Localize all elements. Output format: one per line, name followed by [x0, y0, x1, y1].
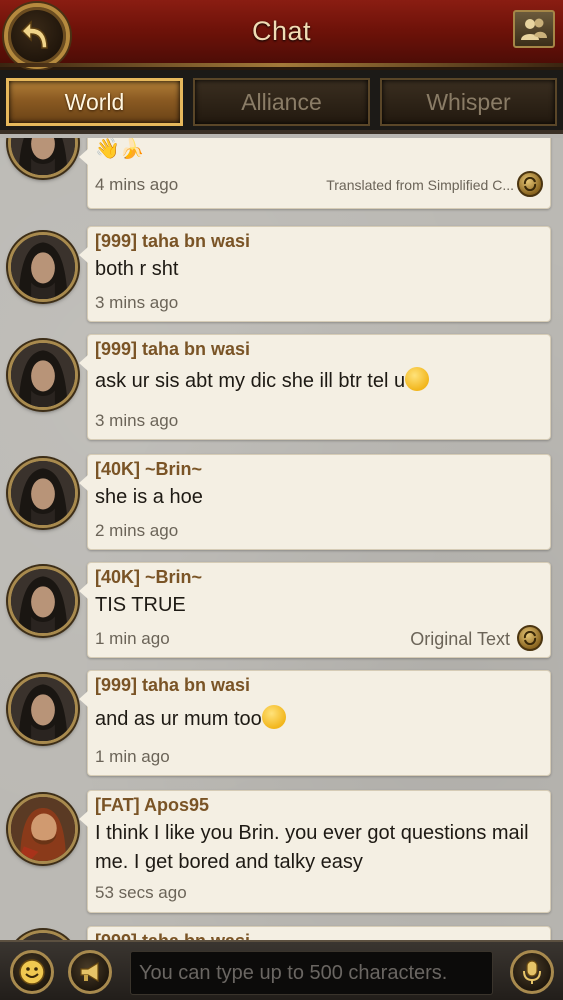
- chat-message: [FAT] Apos95 I think I like you Brin. yo…: [0, 790, 563, 913]
- message-time: 1 min ago: [95, 629, 170, 648]
- sender-name[interactable]: [999] taha bn wasi: [95, 231, 250, 252]
- message-time: 4 mins ago: [95, 175, 179, 194]
- message-time: 2 mins ago: [95, 521, 179, 540]
- avatar[interactable]: [8, 138, 78, 178]
- original-text-link[interactable]: Original Text: [410, 629, 510, 650]
- sender-name[interactable]: [999] taha bn wasi: [95, 339, 250, 360]
- laughing-emoji-icon: [405, 367, 430, 391]
- chat-message: [999] taha bn wasi both r sht 3 mins ago: [0, 226, 563, 322]
- emoji-button[interactable]: [10, 950, 54, 994]
- message-bubble: [999] taha bn wasi both r sht 3 mins ago: [79, 226, 551, 322]
- warrior-portrait-icon: [11, 569, 75, 633]
- chat-message: [40K] ~Brin~ TIS TRUE 1 min ago Original…: [0, 562, 563, 658]
- message-time: 3 mins ago: [95, 411, 179, 430]
- avatar[interactable]: [8, 458, 78, 528]
- message-bubble: [FAT] Apos95 I think I like you Brin. yo…: [79, 790, 551, 913]
- announce-button[interactable]: [68, 950, 112, 994]
- warrior-portrait-icon: [11, 677, 75, 741]
- translate-icon[interactable]: [517, 171, 543, 197]
- message-bubble: [40K] ~Brin~ TIS TRUE 1 min ago Original…: [79, 562, 551, 658]
- sender-name[interactable]: [999] taha bn wasi: [95, 931, 250, 940]
- avatar[interactable]: [8, 674, 78, 744]
- warrior-portrait-icon: [11, 461, 75, 525]
- translate-icon[interactable]: [517, 625, 543, 651]
- voice-button[interactable]: [510, 950, 554, 994]
- tab-alliance[interactable]: Alliance: [193, 78, 370, 126]
- message-bubble: [999] taha bn wasi: [87, 926, 551, 940]
- grinning-emoji-icon: [261, 705, 286, 729]
- message-text: she is a hoe: [95, 486, 203, 508]
- chat-message: [40K] ~Brin~ she is a hoe 2 mins ago: [0, 454, 563, 550]
- chat-tabs: World Alliance Whisper: [0, 70, 563, 134]
- warrior-portrait-icon: [11, 138, 75, 175]
- message-text: TIS TRUE: [95, 594, 186, 616]
- microphone-icon: [523, 960, 541, 984]
- avatar[interactable]: [8, 340, 78, 410]
- warrior-portrait-icon: [11, 235, 75, 299]
- message-time: 1 min ago: [95, 747, 170, 766]
- contacts-icon: [521, 18, 547, 40]
- bearded-warrior-portrait-icon: [11, 797, 75, 861]
- message-time: 53 secs ago: [95, 883, 187, 902]
- sender-name[interactable]: [999] taha bn wasi: [95, 675, 250, 696]
- message-text: and as ur mum too: [95, 708, 262, 730]
- chat-header: Chat: [0, 0, 563, 70]
- chat-message: 👋🍌 4 mins ago Translated from Simplified…: [0, 138, 563, 218]
- contacts-button[interactable]: [513, 10, 555, 48]
- chat-message: [999] taha bn wasi ask ur sis abt my dic…: [0, 334, 563, 440]
- message-bubble: [999] taha bn wasi ask ur sis abt my dic…: [79, 334, 551, 440]
- tab-world[interactable]: World: [6, 78, 183, 126]
- sender-name[interactable]: [40K] ~Brin~: [95, 567, 202, 588]
- message-text: ask ur sis abt my dic she ill btr tel u: [95, 370, 406, 392]
- page-title: Chat: [251, 16, 312, 46]
- chat-message: [999] taha bn wasi: [0, 926, 563, 940]
- message-list[interactable]: 👋🍌 4 mins ago Translated from Simplified…: [0, 138, 563, 940]
- composer-bar: [0, 940, 563, 1000]
- smiley-icon: [19, 959, 45, 985]
- avatar[interactable]: [8, 232, 78, 302]
- message-input[interactable]: [130, 951, 493, 995]
- sender-name[interactable]: [40K] ~Brin~: [95, 459, 202, 480]
- avatar[interactable]: [8, 930, 78, 940]
- message-bubble: 👋🍌 4 mins ago Translated from Simplified…: [79, 138, 551, 209]
- message-bubble: [40K] ~Brin~ she is a hoe 2 mins ago: [79, 454, 551, 550]
- avatar[interactable]: [8, 794, 78, 864]
- message-text: both r sht: [95, 258, 179, 280]
- sender-name[interactable]: [FAT] Apos95: [95, 795, 209, 816]
- translation-note[interactable]: Translated from Simplified C...: [326, 177, 514, 193]
- megaphone-icon: [80, 961, 99, 983]
- tab-whisper[interactable]: Whisper: [380, 78, 557, 126]
- message-text: 👋🍌: [95, 138, 145, 160]
- message-text: I think I like you Brin. you ever got qu…: [95, 822, 529, 873]
- message-bubble: [999] taha bn wasi and as ur mum too 1 m…: [79, 670, 551, 776]
- chat-message: [999] taha bn wasi and as ur mum too 1 m…: [0, 670, 563, 776]
- avatar[interactable]: [8, 566, 78, 636]
- message-time: 3 mins ago: [95, 293, 179, 312]
- warrior-portrait-icon: [11, 343, 75, 407]
- warrior-portrait-icon: [11, 933, 75, 940]
